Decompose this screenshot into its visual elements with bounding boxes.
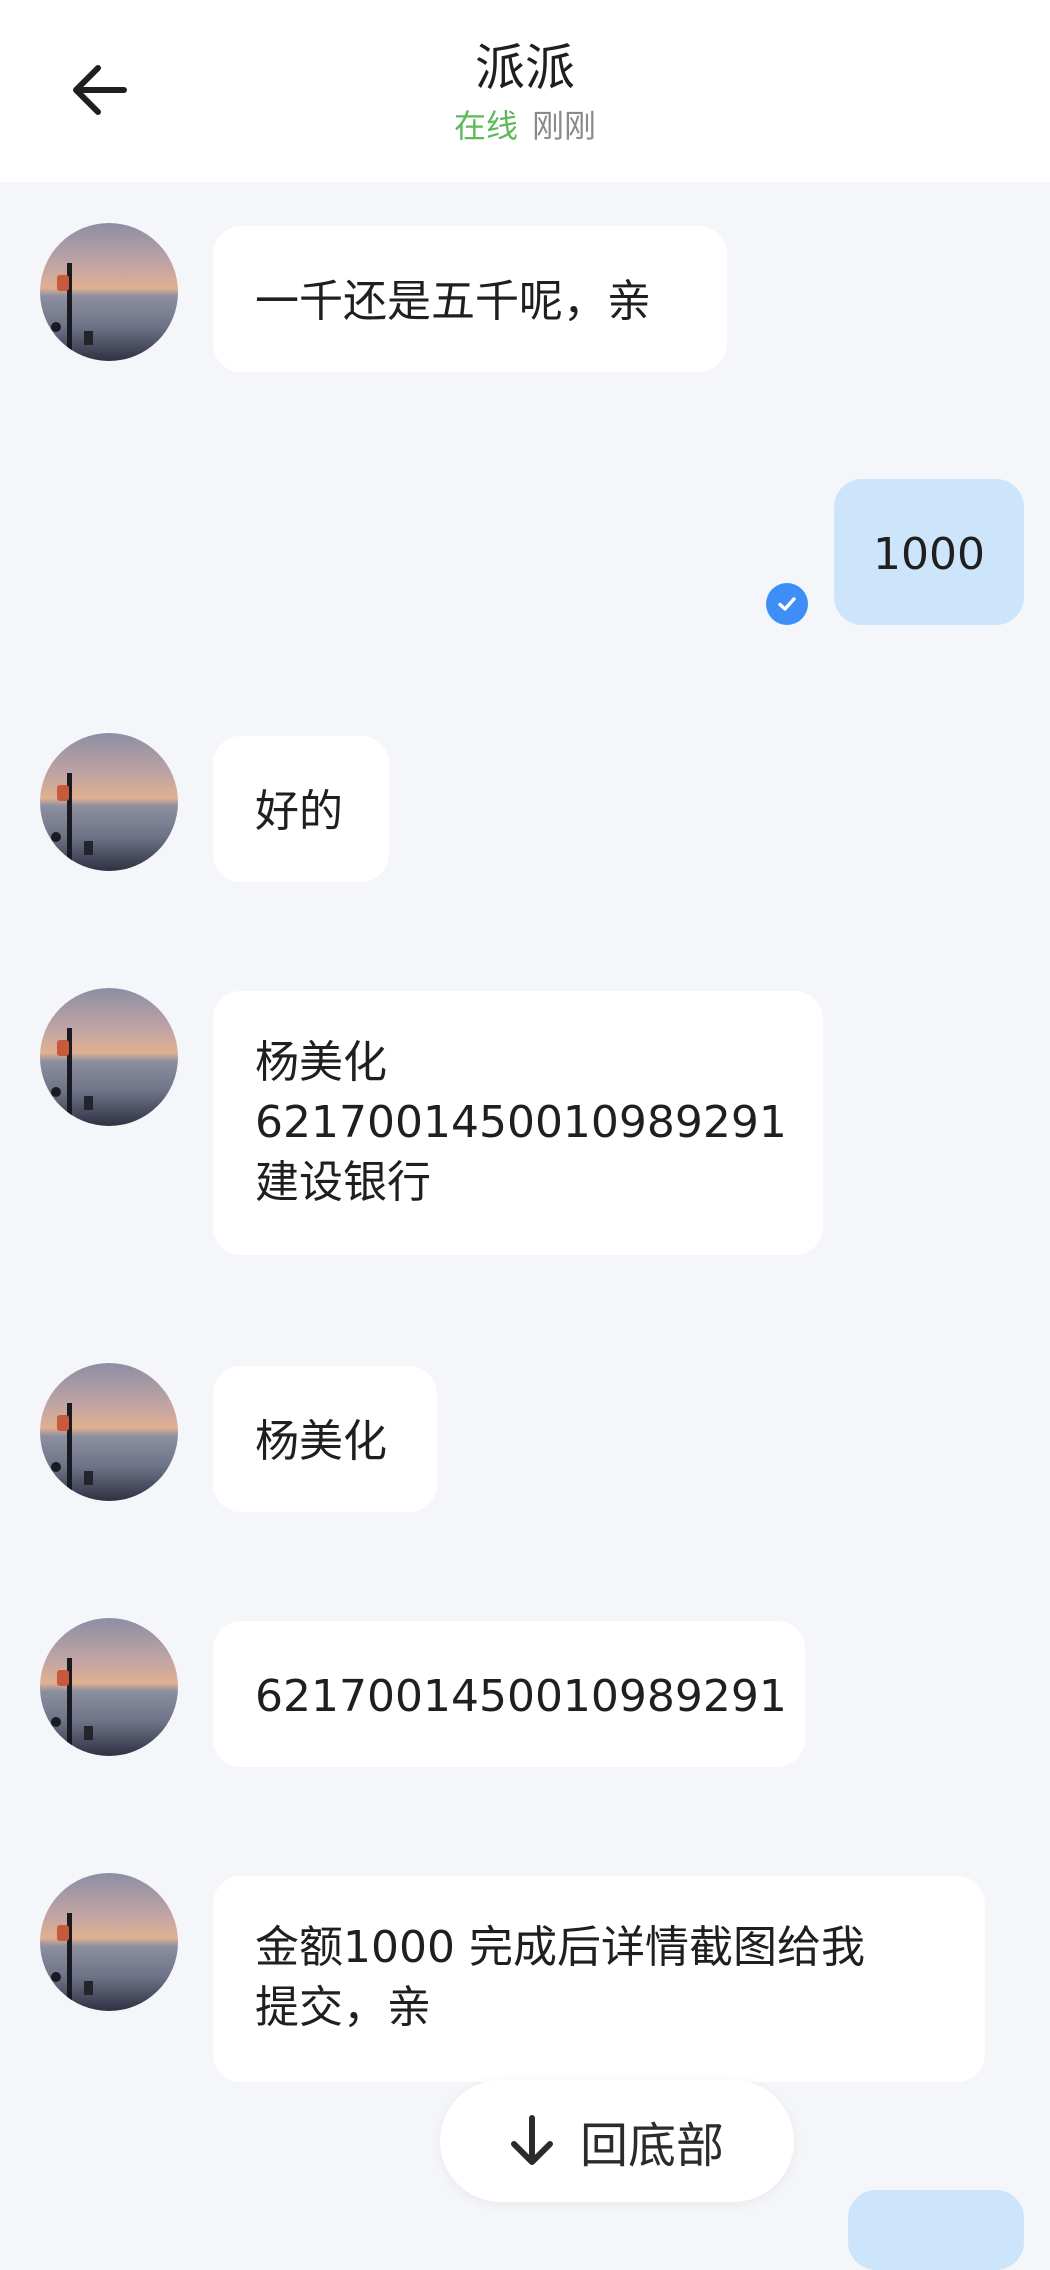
read-check-icon: [766, 583, 808, 625]
message-bubble-outgoing[interactable]: 1000: [834, 479, 1024, 625]
avatar-image: [40, 1618, 178, 1756]
message-text: 6217001450010989291: [255, 1671, 787, 1722]
message-text: 杨美化: [255, 1416, 387, 1467]
avatar-image: [40, 1363, 178, 1501]
contact-status: 在线 刚刚: [0, 104, 1050, 148]
chat-header: 派派 在线 刚刚: [0, 0, 1050, 182]
scroll-to-bottom-button[interactable]: 回底部: [440, 2080, 794, 2202]
avatar-image: [40, 223, 178, 361]
message-text-line: 建设银行: [255, 1157, 431, 1208]
message-bubble-incoming[interactable]: 好的: [213, 736, 389, 882]
message-bubble-incoming[interactable]: 6217001450010989291: [213, 1621, 805, 1767]
last-seen: 刚刚: [532, 107, 597, 145]
contact-avatar[interactable]: [40, 988, 178, 1126]
message-text: 一千还是五千呢，亲: [255, 276, 651, 327]
contact-avatar[interactable]: [40, 223, 178, 361]
message-text: 1000: [873, 529, 985, 580]
avatar-image: [40, 733, 178, 871]
contact-name: 派派: [475, 39, 575, 97]
message-bubble-incoming[interactable]: 一千还是五千呢，亲: [213, 226, 727, 372]
contact-avatar[interactable]: [40, 1873, 178, 2011]
contact-avatar[interactable]: [40, 1363, 178, 1501]
message-bubble-incoming[interactable]: 杨美化: [213, 1366, 437, 1512]
message-text-line: 6217001450010989291: [255, 1097, 787, 1148]
message-text: 好的: [255, 786, 343, 837]
online-status: 在线: [453, 107, 518, 145]
avatar-image: [40, 1873, 178, 2011]
message-text-line: 提交，亲: [255, 1982, 431, 2033]
message-text-line: 金额1000 完成后详情截图给我: [255, 1922, 865, 1973]
contact-avatar[interactable]: [40, 733, 178, 871]
message-bubble-incoming[interactable]: 金额1000 完成后详情截图给我 提交，亲: [213, 1876, 985, 2082]
message-bubble-outgoing[interactable]: [848, 2190, 1024, 2270]
message-bubble-incoming[interactable]: 杨美化 6217001450010989291 建设银行: [213, 991, 823, 1255]
message-text-line: 杨美化: [255, 1037, 387, 1088]
arrow-down-icon: [510, 2115, 553, 2165]
contact-avatar[interactable]: [40, 1618, 178, 1756]
scroll-to-bottom-label: 回底部: [579, 2118, 724, 2174]
avatar-image: [40, 988, 178, 1126]
